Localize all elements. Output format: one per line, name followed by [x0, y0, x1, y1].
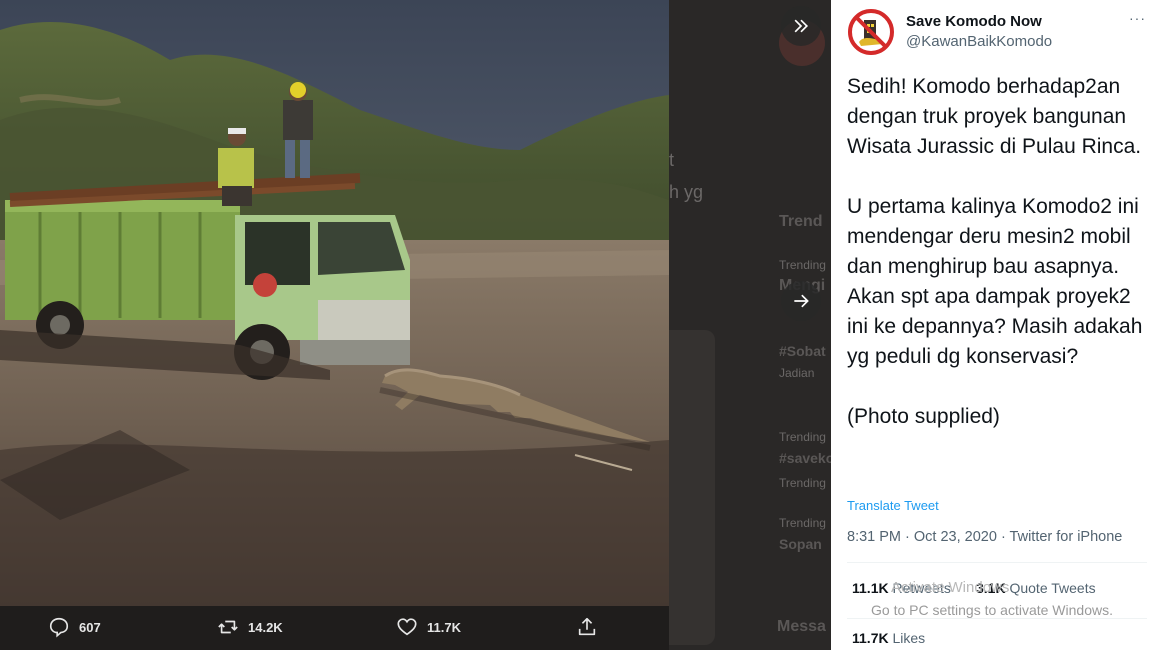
background-text: #saveko: [779, 450, 831, 466]
share-button[interactable]: [576, 616, 607, 638]
next-media-button[interactable]: [781, 281, 821, 321]
translate-tweet-link[interactable]: Translate Tweet: [847, 498, 939, 513]
background-heading: Trend: [779, 213, 823, 230]
background-text: Trending: [779, 430, 826, 444]
activation-watermark-title: Activate Windows: [891, 579, 1010, 596]
no-building-logo-icon: [847, 8, 895, 56]
background-text: Messa: [777, 618, 826, 635]
tweet-text: Sedih! Komodo berhadap2an dengan truk pr…: [847, 75, 1143, 428]
like-button[interactable]: 11.7K: [396, 616, 461, 638]
reply-count: 607: [79, 619, 101, 635]
share-icon: [578, 617, 596, 636]
activation-watermark-subtitle: Go to PC settings to activate Windows.: [871, 602, 1113, 618]
background-timeline: t h yg Trend Trending Mengi #Sobat Jadia…: [669, 0, 831, 650]
background-text: Sopan: [779, 536, 822, 552]
background-text: h yg: [669, 182, 704, 202]
more-options-button[interactable]: ···: [1129, 10, 1146, 26]
reply-icon: [49, 617, 69, 638]
background-text: Trending: [779, 258, 826, 272]
retweet-icon: [218, 620, 238, 634]
reply-button[interactable]: 607: [48, 616, 101, 638]
media-viewer: t h yg Trend Trending Mengi #Sobat Jadia…: [0, 0, 1157, 650]
likes-stat[interactable]: 11.7K Likes: [852, 630, 925, 646]
background-text: #Sobat: [779, 343, 826, 359]
komodo-truck-photo: [0, 0, 669, 606]
double-chevron-right-icon: [794, 19, 809, 33]
divider: [847, 562, 1147, 563]
avatar[interactable]: [847, 8, 895, 56]
likes-label: Likes: [892, 630, 926, 646]
user-handle[interactable]: @KawanBaikKomodo: [906, 33, 1052, 50]
tweet-detail-panel: Save Komodo Now @KawanBaikKomodo ··· Sed…: [831, 0, 1157, 650]
retweet-button[interactable]: 14.2K: [217, 616, 283, 638]
likes-value: 11.7K: [852, 630, 889, 646]
collapse-panel-button[interactable]: [781, 6, 821, 46]
background-text: Trending: [779, 516, 826, 530]
quote-tweets-label: Quote Tweets: [1009, 580, 1096, 596]
retweet-count: 14.2K: [248, 619, 283, 635]
background-text: Jadian: [779, 366, 815, 380]
background-text: t: [669, 150, 675, 170]
arrow-right-icon: [794, 294, 809, 308]
like-count: 11.7K: [427, 619, 461, 635]
display-name[interactable]: Save Komodo Now: [906, 13, 1042, 30]
tweet-action-bar: 607 14.2K 11.7K: [0, 606, 669, 650]
tweet-metadata: 8:31 PM · Oct 23, 2020 · Twitter for iPh…: [847, 529, 1123, 545]
tweet-photo[interactable]: [0, 0, 669, 606]
background-card: [669, 330, 715, 645]
background-text: Trending: [779, 476, 826, 490]
divider: [847, 618, 1147, 619]
heart-icon: [397, 618, 417, 636]
retweets-value: 11.1K: [852, 580, 889, 596]
